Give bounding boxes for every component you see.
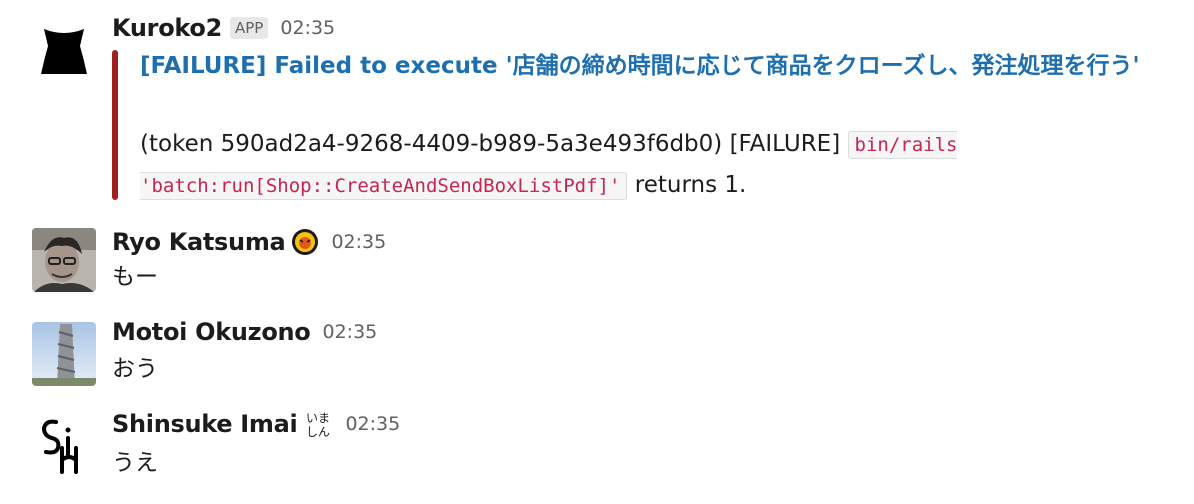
- attachment-result-text: returns 1.: [627, 172, 747, 198]
- message-kuroko2: Kuroko2 APP 02:35 [FAILURE] Failed to ex…: [0, 0, 1194, 210]
- attachment-title-link[interactable]: [FAILURE] Failed to execute '店舗の締め時間に応じて…: [140, 48, 1170, 84]
- attachment-token-text: (token 590ad2a4-9268-4409-b989-5a3e493f6…: [140, 131, 848, 157]
- message-header: Motoi Okuzono 02:35: [112, 316, 377, 348]
- sender-name[interactable]: Shinsuke Imai: [112, 410, 298, 438]
- timestamp[interactable]: 02:35: [323, 321, 378, 343]
- imashin-icon[interactable]: いま しん: [303, 409, 333, 439]
- avatar-ryo-katsuma[interactable]: [32, 228, 96, 292]
- timestamp[interactable]: 02:35: [280, 17, 335, 39]
- sh-monogram-icon: [32, 414, 96, 478]
- timestamp[interactable]: 02:35: [331, 231, 386, 253]
- avatar-kuroko2[interactable]: [32, 22, 96, 86]
- attachment-color-bar: [112, 50, 118, 200]
- message-header: Ryo Katsuma 02:35: [112, 226, 386, 258]
- sender-name[interactable]: Motoi Okuzono: [112, 318, 311, 346]
- message-text: うえ: [112, 450, 158, 476]
- kuroko-hood-icon: [32, 22, 96, 86]
- sender-name[interactable]: Ryo Katsuma: [112, 228, 286, 256]
- avatar-motoi-okuzono[interactable]: [32, 322, 96, 386]
- message-ryo-katsuma: Ryo Katsuma 02:35 もー: [0, 210, 1194, 300]
- timestamp[interactable]: 02:35: [345, 413, 400, 435]
- message-text: おう: [112, 356, 158, 382]
- message-header: Shinsuke Imai いま しん 02:35: [112, 408, 400, 440]
- tigers-badge-icon[interactable]: [291, 228, 319, 256]
- message-text: もー: [112, 264, 158, 290]
- attachment-text: (token 590ad2a4-9268-4409-b989-5a3e493f6…: [140, 124, 1170, 206]
- message-motoi-okuzono: Motoi Okuzono 02:35 おう: [0, 300, 1194, 390]
- sender-name[interactable]: Kuroko2: [112, 14, 222, 42]
- app-badge: APP: [230, 17, 269, 39]
- svg-text:いま: いま: [306, 411, 330, 425]
- message-header: Kuroko2 APP 02:35: [112, 12, 335, 44]
- message-shinsuke-imai: Shinsuke Imai いま しん 02:35 うえ: [0, 392, 1194, 504]
- person-photo-icon: [32, 228, 96, 292]
- tower-photo-icon: [32, 322, 96, 386]
- avatar-shinsuke-imai[interactable]: [32, 414, 96, 478]
- svg-text:しん: しん: [306, 425, 330, 439]
